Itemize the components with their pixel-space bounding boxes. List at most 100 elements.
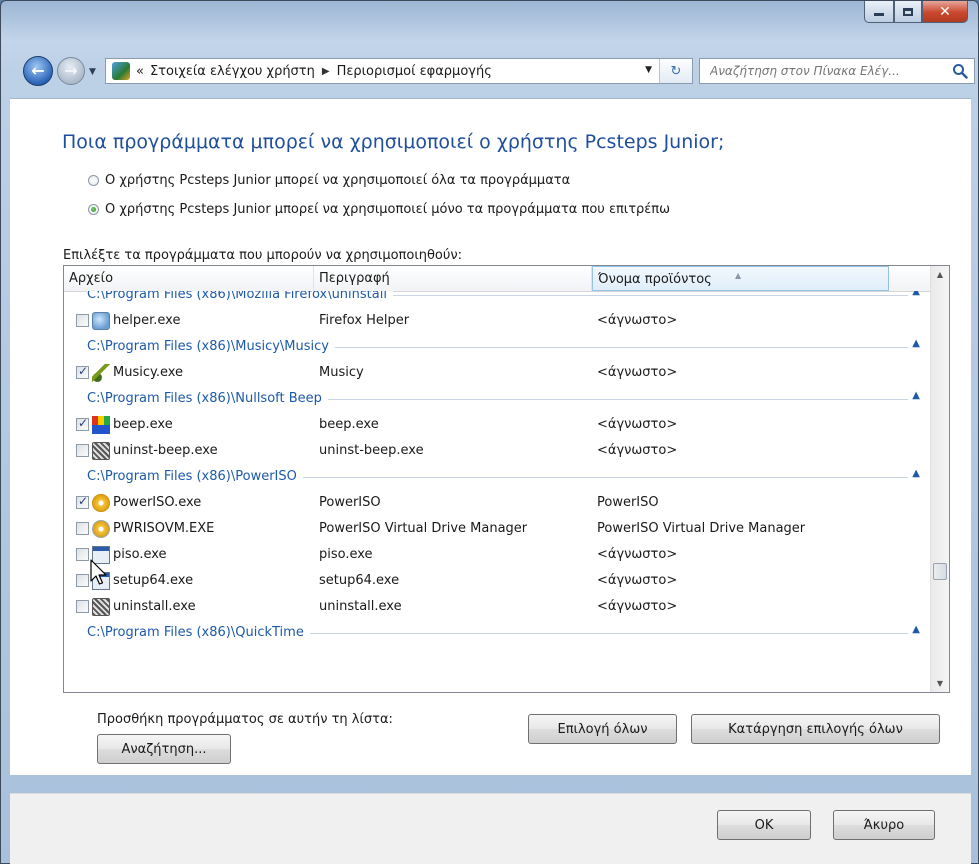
- file-description: Firefox Helper: [319, 313, 410, 328]
- file-name: piso.exe: [113, 547, 167, 562]
- program-row[interactable]: PWRISOVM.EXE PowerISO Virtual Drive Manag…: [64, 516, 932, 542]
- radio-allowed-programs-only[interactable]: Ο χρήστης Pcsteps Junior μπορεί να χρησι…: [88, 202, 670, 217]
- close-button[interactable]: ✕: [922, 1, 968, 23]
- file-name: PWRISOVM.EXE: [113, 521, 215, 536]
- program-row[interactable]: piso.exe piso.exe <άγνωστο>: [64, 542, 932, 568]
- checkbox[interactable]: [76, 548, 89, 561]
- dialog-footer: OK Άκυρο: [10, 793, 971, 864]
- checkbox[interactable]: [76, 600, 89, 613]
- address-bar[interactable]: « Στοιχεία ελέγχου χρήστη ▶ Περιορισμοί …: [105, 58, 693, 84]
- add-program-label: Προσθήκη προγράμματος σε αυτήν τη λίστα:: [97, 712, 393, 727]
- group-path-label: C:\Program Files (x86)\Nullsoft Beep: [87, 386, 328, 412]
- file-description: uninst-beep.exe: [319, 443, 424, 458]
- group-header[interactable]: C:\Program Files (x86)\PowerISO ▲: [64, 464, 932, 490]
- program-row[interactable]: helper.exe Firefox Helper <άγνωστο>: [64, 308, 932, 334]
- group-header[interactable]: C:\Program Files (x86)\Nullsoft Beep ▲: [64, 386, 932, 412]
- product-name: <άγνωστο>: [597, 417, 678, 432]
- checkbox-checked[interactable]: [76, 364, 89, 379]
- product-name: <άγνωστο>: [597, 365, 678, 380]
- collapse-group-icon[interactable]: ▲: [912, 468, 920, 479]
- vertical-scrollbar[interactable]: ▲ ▼: [930, 266, 949, 692]
- close-icon: ✕: [939, 3, 951, 20]
- collapse-group-icon[interactable]: ▲: [912, 390, 920, 401]
- radio-button-selected[interactable]: [88, 204, 99, 215]
- minimize-icon: [874, 13, 884, 16]
- address-dropdown-icon[interactable]: ▼: [645, 65, 652, 75]
- recent-pages-dropdown[interactable]: ▼: [89, 67, 96, 77]
- forward-arrow-icon: →: [64, 61, 78, 80]
- product-name: <άγνωστο>: [597, 599, 678, 614]
- column-header-product-name[interactable]: Όνομα προϊόντος ▲: [592, 266, 889, 291]
- breadcrumb-overflow[interactable]: «: [136, 64, 144, 79]
- file-description: Musicy: [319, 365, 364, 380]
- file-name: setup64.exe: [113, 573, 194, 588]
- program-row[interactable]: uninst-beep.exe uninst-beep.exe <άγνωστο>: [64, 438, 932, 464]
- breadcrumb-item-parental-controls[interactable]: Στοιχεία ελέγχου χρήστη: [150, 64, 315, 79]
- page-title: Ποια προγράμματα μπορεί να χρησιμοποιεί …: [62, 131, 725, 153]
- program-row[interactable]: Musicy.exe Musicy <άγνωστο>: [64, 360, 932, 386]
- cancel-button[interactable]: Άκυρο: [833, 810, 935, 840]
- program-rows: C:\Program Files (x86)\Mozilla Firefox\u…: [64, 291, 932, 692]
- group-header[interactable]: C:\Program Files (x86)\Musicy\Musicy ▲: [64, 334, 932, 360]
- search-box[interactable]: [699, 58, 975, 84]
- group-header[interactable]: C:\Program Files (x86)\QuickTime ▲: [64, 620, 932, 646]
- program-list: Αρχείο Περιγραφή Όνομα προϊόντος ▲ C:\Pr…: [63, 265, 950, 693]
- program-row[interactable]: beep.exe beep.exe <άγνωστο>: [64, 412, 932, 438]
- product-name: PowerISO: [597, 495, 659, 510]
- back-button[interactable]: ←: [23, 56, 53, 86]
- console-app-icon: [92, 572, 110, 590]
- file-description: piso.exe: [319, 547, 373, 562]
- ok-button[interactable]: OK: [717, 810, 811, 840]
- program-row[interactable]: PowerISO.exe PowerISO PowerISO: [64, 490, 932, 516]
- checkbox[interactable]: [76, 522, 89, 535]
- checkbox[interactable]: [76, 314, 89, 327]
- uninstaller-icon: [92, 442, 110, 460]
- scroll-thumb[interactable]: [933, 563, 947, 580]
- radio-label[interactable]: Ο χρήστης Pcsteps Junior μπορεί να χρησι…: [105, 202, 670, 217]
- scroll-up-icon[interactable]: ▲: [931, 266, 949, 283]
- file-name: beep.exe: [113, 417, 173, 432]
- maximize-button[interactable]: [894, 1, 922, 23]
- product-name: <άγνωστο>: [597, 443, 678, 458]
- collapse-group-icon[interactable]: ▲: [912, 291, 920, 297]
- console-app-icon: [92, 546, 110, 564]
- checkbox[interactable]: [76, 574, 89, 587]
- program-row[interactable]: uninstall.exe uninstall.exe <άγνωστο>: [64, 594, 932, 620]
- select-all-button[interactable]: Επιλογή όλων: [528, 714, 677, 744]
- back-arrow-icon: ←: [31, 61, 45, 80]
- collapse-group-icon[interactable]: ▲: [912, 624, 920, 635]
- product-name: PowerISO Virtual Drive Manager: [597, 521, 806, 536]
- search-icon[interactable]: [952, 63, 968, 79]
- radio-label[interactable]: Ο χρήστης Pcsteps Junior μπορεί να χρησι…: [105, 173, 570, 188]
- file-description: beep.exe: [319, 417, 379, 432]
- column-header-file[interactable]: Αρχείο: [64, 266, 314, 291]
- radio-all-programs[interactable]: Ο χρήστης Pcsteps Junior μπορεί να χρησι…: [88, 173, 570, 188]
- browse-button[interactable]: Αναζήτηση...: [97, 734, 231, 764]
- column-header-description[interactable]: Περιγραφή: [314, 266, 592, 291]
- checkbox-checked[interactable]: [76, 416, 89, 431]
- program-row[interactable]: setup64.exe setup64.exe <άγνωστο>: [64, 568, 932, 594]
- file-description: uninstall.exe: [319, 599, 402, 614]
- refresh-button[interactable]: ↻: [659, 59, 692, 83]
- scroll-down-icon[interactable]: ▼: [931, 675, 949, 692]
- uninstaller-icon: [92, 598, 110, 616]
- search-input[interactable]: [708, 63, 948, 79]
- deselect-all-button[interactable]: Κατάργηση επιλογής όλων: [691, 714, 940, 744]
- maximize-icon: [903, 7, 913, 16]
- group-path-label: C:\Program Files (x86)\Musicy\Musicy: [87, 334, 335, 360]
- main-content: Ποια προγράμματα μπορεί να χρησιμοποιεί …: [10, 98, 971, 775]
- group-header[interactable]: C:\Program Files (x86)\Mozilla Firefox\u…: [64, 291, 932, 308]
- sort-ascending-icon: ▲: [735, 271, 742, 280]
- file-description: PowerISO Virtual Drive Manager: [319, 521, 528, 536]
- checkbox-checked[interactable]: [76, 494, 89, 509]
- breadcrumb-item-app-restrictions[interactable]: Περιορισμοί εφαρμογής: [337, 64, 492, 79]
- forward-button[interactable]: →: [57, 57, 85, 85]
- checkbox[interactable]: [76, 444, 89, 457]
- breadcrumb-separator-icon[interactable]: ▶: [322, 66, 330, 77]
- program-list-label: Επιλέξτε τα προγράμματα που μπορούν να χ…: [63, 248, 463, 263]
- file-name: uninst-beep.exe: [113, 443, 218, 458]
- collapse-group-icon[interactable]: ▲: [912, 338, 920, 349]
- radio-button[interactable]: [88, 175, 99, 186]
- window-controls: ✕: [864, 1, 968, 23]
- minimize-button[interactable]: [864, 1, 894, 23]
